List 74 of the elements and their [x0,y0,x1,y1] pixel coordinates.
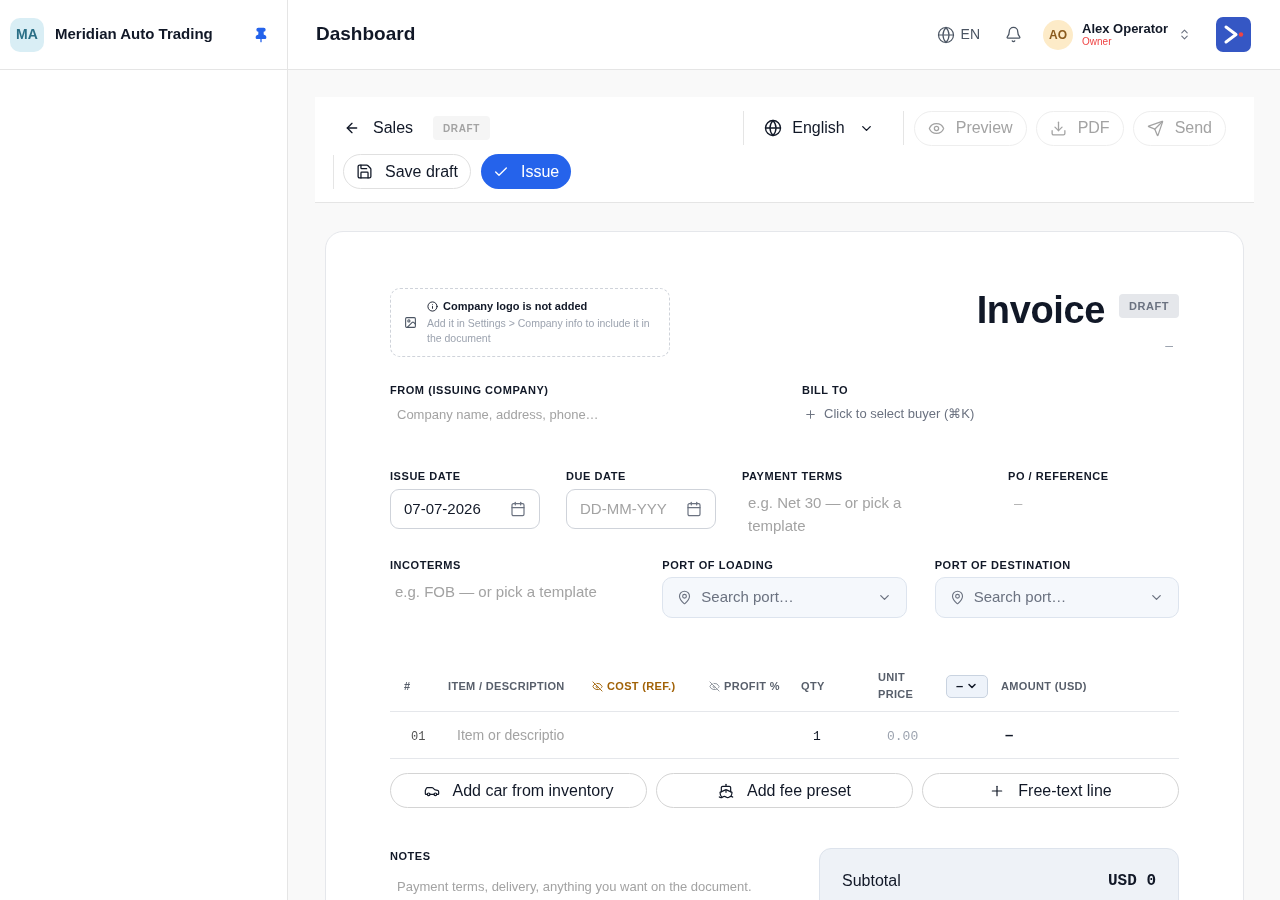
document-title: Invoice [976,290,1105,330]
notice-text: Add it in Settings > Company info to include it in the document [427,316,651,346]
select-buyer-button[interactable]: Click to select buyer (⌘K) [802,405,975,423]
globe-icon [764,119,783,137]
port-select[interactable]: Search port… [934,577,1179,618]
user-name: Alex Operator [1082,21,1168,36]
eye-off-icon [592,680,603,692]
field-label: PORT OF DESTINATION [934,558,1072,572]
language-code[interactable]: EN [960,24,980,45]
status-badge: DRAFT [433,116,490,140]
column-header: AMOUNT (USD) [1001,678,1088,694]
field-label: DUE DATE [566,469,627,483]
column-header: PROFIT % [724,678,780,694]
notice-title: Company logo is not added [443,299,588,314]
field-label: PO / REFERENCE [1008,469,1110,483]
text-area[interactable]: e.g. Net 30 — or pick a template [742,491,942,537]
document-number: – [1165,336,1173,355]
company-name: Meridian Auto Trading [55,24,214,45]
user-role: Owner [1082,36,1113,48]
add-line-button[interactable]: Add car from inventory [390,773,647,808]
eye-off-icon [709,680,720,692]
user-avatar: AO [1043,19,1073,50]
back-link[interactable]: Sales [344,116,414,140]
column-header: ITEM / DESCRIPTION [448,678,566,694]
unit-price-input[interactable]: 0.00 [887,729,919,744]
port-select[interactable]: Search port… [662,577,907,618]
paper-plane-icon [1146,119,1164,137]
column-header: # [404,678,412,694]
issue-button[interactable]: Issue [480,154,572,189]
image-icon [404,316,417,329]
field-label: BILL TO [802,383,850,397]
column-header: COST (REF.) [607,678,676,694]
field-label: PORT OF LOADING [662,558,775,572]
notes-input[interactable]: Payment terms, delivery, anything you want on the document. [390,878,779,896]
app-logo-icon[interactable] [1216,17,1251,52]
pin-icon[interactable] [253,26,269,43]
map-pin-icon [949,590,965,605]
calendar-icon [686,501,702,517]
currency-select[interactable]: – [946,674,988,698]
text-input[interactable]: e.g. FOB — or pick a template [390,580,635,603]
add-line-button[interactable]: Add fee preset [656,773,913,808]
line-amount: – [1005,726,1014,743]
quantity-input[interactable]: 1 [813,729,821,744]
line-number: 01 [411,730,426,744]
calendar-icon [510,501,526,517]
language-select[interactable]: English [764,116,874,140]
field-label: FROM (ISSUING COMPANY) [390,383,550,397]
column-header: QTY [801,678,826,694]
column-header: UNIT PRICE [878,670,915,702]
total-label: Subtotal [842,871,901,891]
description-input[interactable]: Item or descriptio [457,724,582,746]
save-draft-button[interactable]: Save draft [343,154,471,189]
info-icon [427,301,438,312]
page-title: Dashboard [316,22,416,47]
add-line-button[interactable]: Free-text line [922,773,1179,808]
back-arrow-icon [344,120,360,136]
reference-value: – [1013,493,1024,513]
map-pin-icon [677,590,693,605]
ship-icon [717,782,734,799]
status-badge: DRAFT [1118,294,1179,318]
company-details-input[interactable]: Company name, address, phone… [390,403,768,427]
field-label: NOTES [390,849,432,863]
plus-icon [804,407,817,421]
date-input[interactable]: 07-07-2026 [390,489,540,529]
company-avatar: MA [10,17,44,52]
total-value: USD 0 [1108,871,1156,892]
download-icon [1049,119,1067,137]
bell-icon[interactable] [1005,26,1022,43]
date-input[interactable]: DD-MM-YYY [566,489,716,529]
globe-icon[interactable] [936,25,955,44]
field-label: ISSUE DATE [390,469,462,483]
field-label: PAYMENT TERMS [742,469,844,483]
chevrons-up-down-icon[interactable] [1178,28,1191,41]
field-label: INCOTERMS [390,558,462,572]
